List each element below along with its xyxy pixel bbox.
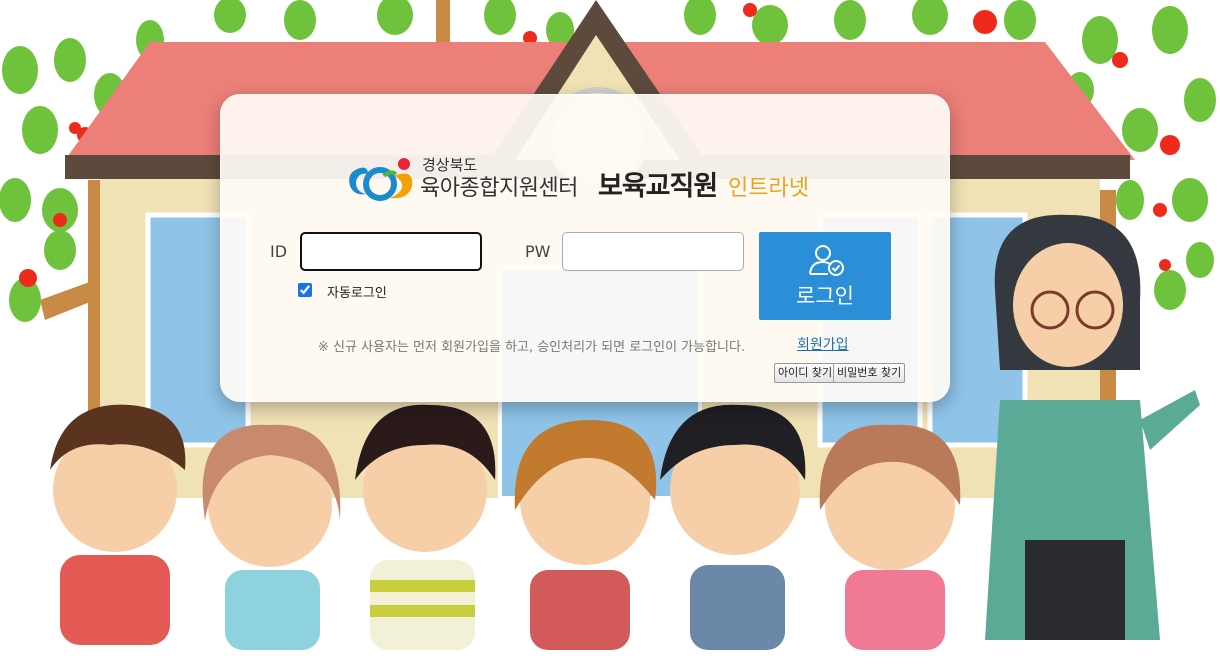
logo-intranet: 인트라넷 (728, 176, 809, 201)
logo-center-name: 육아종합지원센터 (420, 176, 578, 201)
logo-title: 보육교직원 (598, 171, 718, 202)
id-label: ID (270, 242, 288, 261)
find-pw-button[interactable]: 비밀번호 찾기 (833, 363, 906, 383)
id-input[interactable] (300, 232, 482, 271)
pw-label: PW (525, 242, 551, 261)
signup-notice: ※ 신규 사용자는 먼저 회원가입을 하고, 승인처리가 되면 로그인이 가능합… (318, 340, 746, 355)
login-button-label: 로그인 (796, 284, 854, 308)
signup-link[interactable]: 회원가입 (797, 334, 849, 354)
site-logo: 경상북도 육아종합지원센터 보육교직원 인트라넷 (344, 152, 824, 204)
user-check-icon (809, 245, 844, 276)
auto-login-label: 자동로그인 (327, 286, 387, 301)
gyeongbuk-logo-icon (349, 158, 413, 201)
find-id-button[interactable]: 아이디 찾기 (774, 363, 837, 383)
pw-input[interactable] (562, 232, 744, 271)
auto-login-checkbox[interactable] (298, 283, 312, 297)
login-button[interactable]: 로그인 (759, 232, 891, 320)
